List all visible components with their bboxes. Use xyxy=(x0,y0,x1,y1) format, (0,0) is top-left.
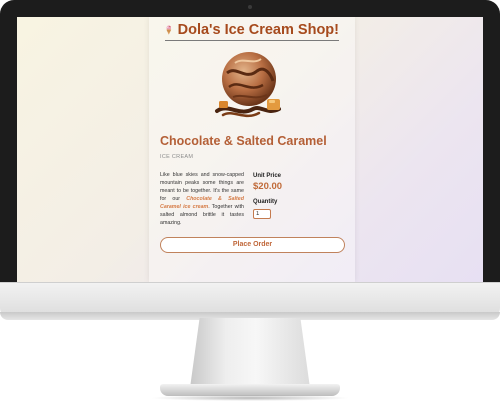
unit-price-value: $20.00 xyxy=(253,181,283,192)
screen: Dola's Ice Cream Shop! Chocolate & Salte… xyxy=(17,17,483,282)
shop-title: Dola's Ice Cream Shop! xyxy=(177,21,339,38)
quantity-input[interactable] xyxy=(253,209,271,219)
monitor-stand-neck xyxy=(190,318,310,388)
stand-shadow xyxy=(150,395,350,401)
place-order-button[interactable]: Place Order xyxy=(160,237,345,253)
quantity-label: Quantity xyxy=(253,199,278,205)
product-name: Chocolate & Salted Caramel xyxy=(160,134,327,148)
unit-price-label: Unit Price xyxy=(253,173,282,179)
shop-header: Dola's Ice Cream Shop! xyxy=(165,19,339,41)
product-image xyxy=(215,52,281,118)
product-category: ICE CREAM xyxy=(160,154,194,160)
camera-dot xyxy=(248,5,252,9)
ice-cream-cone-icon xyxy=(166,25,172,35)
product-card: Dola's Ice Cream Shop! Chocolate & Salte… xyxy=(149,17,355,282)
product-description: Like blue skies and snow-capped mountain… xyxy=(160,171,244,227)
